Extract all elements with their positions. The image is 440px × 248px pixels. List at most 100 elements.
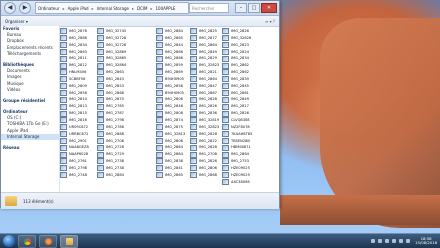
file-item[interactable]: IMG_2863 xyxy=(60,48,89,56)
file-item[interactable]: IMG_2866 xyxy=(156,55,185,62)
file-item[interactable]: IMG_2846 xyxy=(156,103,185,110)
file-item[interactable]: IMG_2808 xyxy=(156,110,185,117)
file-item[interactable]: IMG_2847 xyxy=(190,83,219,90)
file-item[interactable]: IMG_2865 xyxy=(156,35,185,42)
breadcrumb-item[interactable]: Apple iPad xyxy=(68,6,89,11)
file-item[interactable]: IMG_2865 xyxy=(156,172,185,179)
tray-icon[interactable] xyxy=(392,239,397,243)
file-item[interactable]: IMG_32828 xyxy=(222,35,252,42)
file-item[interactable]: UR09C872 xyxy=(60,124,89,131)
file-item[interactable]: IMG_2826 xyxy=(190,158,219,165)
view-options[interactable]: ≡ ▾ ? xyxy=(265,19,275,24)
file-item[interactable]: IMG_2843 xyxy=(97,76,126,83)
file-item[interactable]: 7KAAH6T85 xyxy=(222,131,252,138)
file-item[interactable]: CLVQ8308 xyxy=(222,117,252,124)
file-item[interactable]: IMG_2822 xyxy=(190,137,219,145)
file-item[interactable]: IMG_2826 xyxy=(190,103,219,110)
taskbar-chrome[interactable] xyxy=(18,234,36,248)
file-item[interactable]: IMG_2828 xyxy=(190,131,219,138)
file-item[interactable]: IMG_2708 xyxy=(190,151,219,158)
file-item[interactable]: IMG_2849 xyxy=(190,48,219,56)
file-item[interactable]: IMG_2738 xyxy=(97,158,126,165)
file-item[interactable]: IMG_2888 xyxy=(97,131,126,138)
forward-button[interactable]: ▶ xyxy=(19,2,31,14)
file-item[interactable]: IMG_2901 xyxy=(60,137,89,145)
file-item[interactable]: IMG_2836 xyxy=(190,110,219,117)
tray-icon[interactable] xyxy=(371,239,376,243)
file-item[interactable]: IMG_32869 xyxy=(97,48,126,56)
file-item[interactable]: IMG_2869 xyxy=(156,69,185,76)
file-item[interactable]: NAAP6028 xyxy=(60,151,89,158)
minimize-button[interactable]: – xyxy=(235,3,247,13)
file-item[interactable]: IMG_2884 xyxy=(97,172,126,179)
file-item[interactable]: IMG_2816 xyxy=(60,117,89,124)
file-item[interactable]: IMG_2868 xyxy=(190,172,219,179)
file-item[interactable]: IMG_2815 xyxy=(60,110,89,117)
file-item[interactable]: IMG_2826 xyxy=(222,28,252,35)
file-item[interactable]: IMG_32745 xyxy=(97,28,126,35)
file-item[interactable]: NAA8GEZ8 xyxy=(60,144,89,151)
file-item[interactable]: IMG_2761 xyxy=(60,158,89,165)
file-item[interactable]: IMG_2864 xyxy=(222,151,252,158)
file-item[interactable]: IMG_2867 xyxy=(190,90,219,97)
file-item[interactable]: IMG_32728 xyxy=(97,35,126,42)
file-item[interactable]: IMG_2877 xyxy=(190,35,219,42)
file-item[interactable]: IMG_2812 xyxy=(60,62,89,69)
file-item[interactable]: IMG_2806 xyxy=(190,165,219,172)
file-item[interactable]: HZE09025 xyxy=(222,165,252,172)
file-item[interactable]: IMG_2864 xyxy=(190,76,219,83)
file-item[interactable]: IMG_2849 xyxy=(222,96,252,103)
file-item[interactable]: IMG_2708 xyxy=(97,137,126,145)
tray-icon[interactable] xyxy=(378,239,383,243)
file-item[interactable]: IMG_2786 xyxy=(97,124,126,131)
file-item[interactable]: IMG_2878 xyxy=(60,28,89,35)
breadcrumb-item[interactable]: DCIM xyxy=(137,6,148,11)
file-item[interactable]: SCBBF56 xyxy=(60,76,89,83)
file-item[interactable]: IMG_32819 xyxy=(190,117,219,124)
file-item[interactable]: IMG_2868 xyxy=(97,90,126,97)
file-item[interactable]: B94H0905 xyxy=(156,76,185,83)
file-item[interactable]: IMG_2853 xyxy=(97,83,126,90)
file-item[interactable]: IMG_2834 xyxy=(60,42,89,49)
file-item[interactable]: IMG_32813 xyxy=(156,131,185,138)
file-item[interactable]: IMG_2658 xyxy=(60,90,89,97)
close-button[interactable]: ✕ xyxy=(261,3,277,13)
file-item[interactable]: IMG_2806 xyxy=(156,96,185,103)
volume-icon[interactable] xyxy=(406,239,411,243)
file-item[interactable]: IMG_2870 xyxy=(97,96,126,103)
file-item[interactable]: IMG_2729 xyxy=(97,151,126,158)
file-item[interactable]: HNLM406 xyxy=(60,69,89,76)
file-item[interactable]: IMG_2825 xyxy=(190,28,219,35)
file-item[interactable]: IMG_2811 xyxy=(60,55,89,62)
file-item[interactable]: IMG_2753 xyxy=(222,158,252,165)
file-item[interactable]: IMG_2864 xyxy=(156,144,185,151)
file-item[interactable]: IMG_2859 xyxy=(156,62,185,69)
file-item[interactable]: IMG_2839 xyxy=(222,76,252,83)
file-item[interactable]: IMG_2810 xyxy=(60,96,89,103)
file-item[interactable]: IMG_2838 xyxy=(156,158,185,165)
file-item[interactable]: IMG_2828 xyxy=(190,144,219,151)
breadcrumb-item[interactable]: Ordinateur xyxy=(38,6,60,11)
file-item[interactable]: B94H0905 xyxy=(156,90,185,97)
file-item[interactable]: IMG_2856 xyxy=(156,83,185,90)
taskbar-firefox[interactable] xyxy=(39,234,57,248)
file-item[interactable]: IMG_2844 xyxy=(156,42,185,49)
breadcrumb[interactable]: Ordinateur ▸ Apple iPad ▸ Internal Storage… xyxy=(35,2,189,14)
start-button[interactable] xyxy=(3,235,15,247)
file-item[interactable]: IMG_2864 xyxy=(156,28,185,35)
file-item[interactable]: IMG_2841 xyxy=(156,165,185,172)
search-input[interactable]: Rechercher xyxy=(189,3,229,13)
file-item[interactable]: IMG_2787 xyxy=(97,110,126,117)
file-item[interactable]: IMG_2728 xyxy=(97,144,126,151)
sidebar-item-recent[interactable]: Emplacements récents xyxy=(1,45,59,51)
organize-menu[interactable]: Organiser ▾ xyxy=(5,19,28,24)
file-item[interactable]: HZE09025 xyxy=(222,172,252,179)
file-item[interactable]: IMG_2864 xyxy=(156,151,185,158)
file-item[interactable]: IMG_2823 xyxy=(222,42,252,49)
file-item[interactable]: IMG_2738 xyxy=(97,165,126,172)
file-item[interactable]: IMG_32823 xyxy=(190,62,219,69)
file-item[interactable]: IMG_2824 xyxy=(222,48,252,56)
file-item[interactable]: IMG_2798 xyxy=(97,117,126,124)
file-item[interactable]: IMG_2875 xyxy=(156,124,185,131)
network-icon[interactable] xyxy=(399,239,404,243)
